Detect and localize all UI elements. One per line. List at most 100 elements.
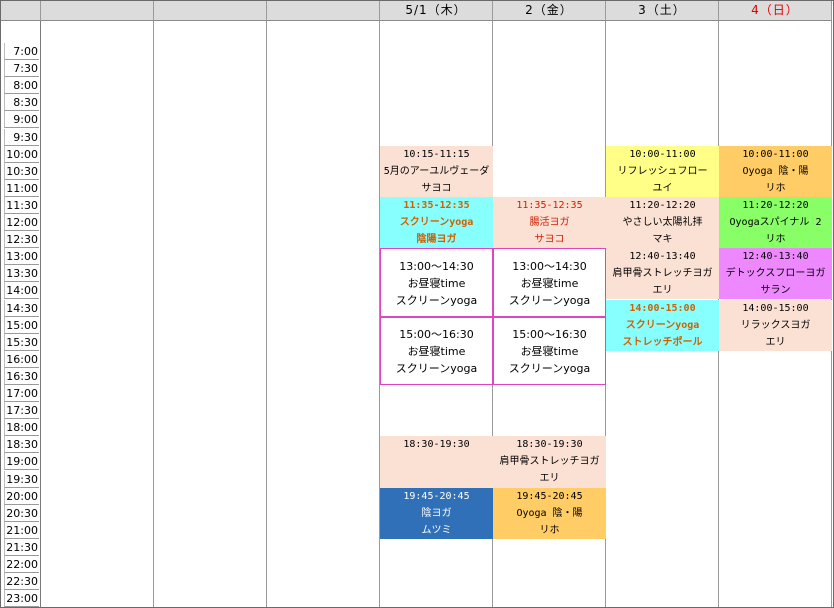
day-column (41, 21, 154, 608)
time-label: 11:30 (4, 196, 39, 214)
time-label: 16:30 (4, 367, 39, 385)
event-title: 肩甲骨ストレッチヨガ (612, 268, 713, 280)
class-event[interactable]: 19:45-20:45 陰ヨガ ムツミ (380, 487, 493, 539)
event-title: 肩甲骨ストレッチヨガ (499, 456, 600, 468)
time-label: 13:30 (4, 265, 39, 283)
time-label: 17:00 (4, 385, 39, 402)
event-title: お昼寝time (520, 276, 579, 290)
event-title: Oyoga 陰・陽 (516, 507, 583, 519)
event-time: 18:30-19:30 (403, 439, 470, 451)
event-instructor: リホ (765, 182, 786, 194)
class-event[interactable]: 19:45-20:45 Oyoga 陰・陽 リホ (493, 487, 606, 539)
event-time: 10:15-11:15 (403, 148, 470, 160)
time-label: 20:00 (4, 487, 39, 505)
schedule-grid: 7:00 7:30 8:00 8:30 9:00 9:30 10:00 10:30 11:00 1… (0, 0, 834, 608)
event-title: 腸活ヨガ (529, 217, 570, 229)
time-label: 10:30 (4, 162, 39, 180)
event-time: 13:00～14:30 (399, 259, 474, 273)
time-label: 18:00 (4, 419, 39, 437)
class-event[interactable]: 12:40-13:40 肩甲骨ストレッチヨガ エリ (606, 248, 719, 300)
time-label: 15:00 (4, 316, 39, 334)
event-time: 11:20-12:20 (742, 200, 809, 212)
event-title: リフレッシュフロー (617, 165, 708, 177)
time-label: 21:00 (4, 521, 39, 539)
day-header: 2（金） (493, 0, 606, 21)
event-title: リラックスヨガ (740, 319, 811, 331)
time-label: 14:00 (4, 282, 39, 300)
day-header (267, 0, 380, 21)
class-event[interactable]: 18:30-19:30 肩甲骨ストレッチヨガ エリ (493, 436, 606, 488)
event-instructor: エリ (539, 473, 560, 485)
time-label: 10:00 (4, 145, 39, 163)
class-event[interactable]: 11:20-12:20 やさしい太陽礼拝 マキ (606, 196, 719, 249)
time-label: 21:30 (4, 538, 39, 556)
event-instructor: サヨコ (421, 182, 452, 194)
time-label: 7:00 (4, 43, 39, 60)
day-header (154, 0, 267, 21)
event-instructor (380, 470, 493, 487)
time-label: 23:00 (4, 590, 39, 608)
class-event[interactable]: 10:00-11:00 Oyoga 陰・陽 リホ (719, 145, 832, 197)
event-instructor: スクリーンyoga (395, 293, 478, 307)
event-time: 12:40-13:40 (742, 251, 809, 263)
event-instructor: エリ (652, 285, 673, 297)
event-title: やさしい太陽礼拝 (622, 217, 703, 229)
event-title: デトックスフローヨガ (725, 268, 826, 280)
class-event[interactable]: 11:20-12:20 Oyogaスパイナル 2 リホ (719, 196, 832, 249)
event-title: スクリーンyoga (625, 319, 700, 331)
class-event[interactable]: 14:00-15:00 リラックスヨガ エリ (719, 299, 832, 351)
event-title (380, 453, 493, 470)
time-label: 17:30 (4, 402, 39, 420)
time-label: 18:30 (4, 436, 39, 454)
event-time: 13:00～14:30 (512, 259, 587, 273)
event-instructor: リホ (539, 524, 560, 536)
class-event[interactable]: 13:00～14:30 お昼寝time スクリーンyoga (493, 248, 606, 317)
event-instructor: サヨコ (534, 234, 565, 246)
class-event[interactable]: 12:40-13:40 デトックスフローヨガ サラン (719, 248, 832, 300)
class-event[interactable]: 11:35-12:35 腸活ヨガ サヨコ (493, 196, 606, 249)
time-label: 20:30 (4, 504, 39, 522)
event-instructor: ムツミ (421, 524, 452, 536)
day-header: 3（土） (606, 0, 719, 21)
time-label: 22:00 (4, 556, 39, 573)
time-label: 11:00 (4, 179, 39, 197)
class-event[interactable]: 10:15-11:15 5月のアーユルヴェーダ サヨコ (380, 145, 493, 197)
event-instructor: サラン (760, 285, 791, 297)
class-event[interactable]: 15:00～16:30 お昼寝time スクリーンyoga (493, 316, 606, 385)
event-instructor: スクリーンyoga (395, 362, 478, 376)
event-instructor: 陰陽ヨガ (416, 234, 457, 246)
event-title: お昼寝time (407, 276, 466, 290)
event-time: 10:00-11:00 (629, 148, 696, 160)
event-time: 11:20-12:20 (629, 200, 696, 212)
time-label: 12:30 (4, 231, 39, 249)
event-time: 15:00～16:30 (512, 328, 587, 342)
class-event[interactable]: 14:00-15:00 スクリーンyoga ストレッチポール (606, 299, 719, 351)
class-event[interactable]: 18:30-19:30 (380, 436, 493, 488)
time-label: 16:00 (4, 350, 39, 368)
event-time: 18:30-19:30 (516, 439, 583, 451)
event-time: 19:45-20:45 (516, 490, 583, 502)
event-time: 14:00-15:00 (629, 302, 696, 314)
class-event[interactable]: 15:00～16:30 お昼寝time スクリーンyoga (380, 316, 493, 385)
class-event[interactable]: 10:00-11:00 リフレッシュフロー ユイ (606, 145, 719, 197)
class-event[interactable]: 11:35-12:35 スクリーンyoga 陰陽ヨガ (380, 196, 493, 249)
time-label: 12:00 (4, 214, 39, 231)
event-instructor: エリ (765, 336, 786, 348)
day-header (41, 0, 154, 21)
event-instructor: ストレッチポール (622, 336, 703, 348)
time-label: 22:30 (4, 573, 39, 591)
class-event[interactable]: 13:00～14:30 お昼寝time スクリーンyoga (380, 248, 493, 317)
event-title: スクリーンyoga (399, 217, 474, 229)
event-title: Oyogaスパイナル 2 (729, 217, 822, 229)
time-label: 14:30 (4, 299, 39, 317)
event-time: 10:00-11:00 (742, 148, 809, 160)
event-time: 14:00-15:00 (742, 302, 809, 314)
event-instructor: マキ (652, 234, 673, 246)
event-title: お昼寝time (520, 345, 579, 359)
time-label: 9:30 (4, 128, 39, 146)
event-instructor: ユイ (652, 182, 673, 194)
event-instructor: スクリーンyoga (508, 293, 591, 307)
event-time: 19:45-20:45 (403, 490, 470, 502)
event-time: 11:35-12:35 (403, 200, 470, 212)
time-label: 8:30 (4, 94, 39, 112)
